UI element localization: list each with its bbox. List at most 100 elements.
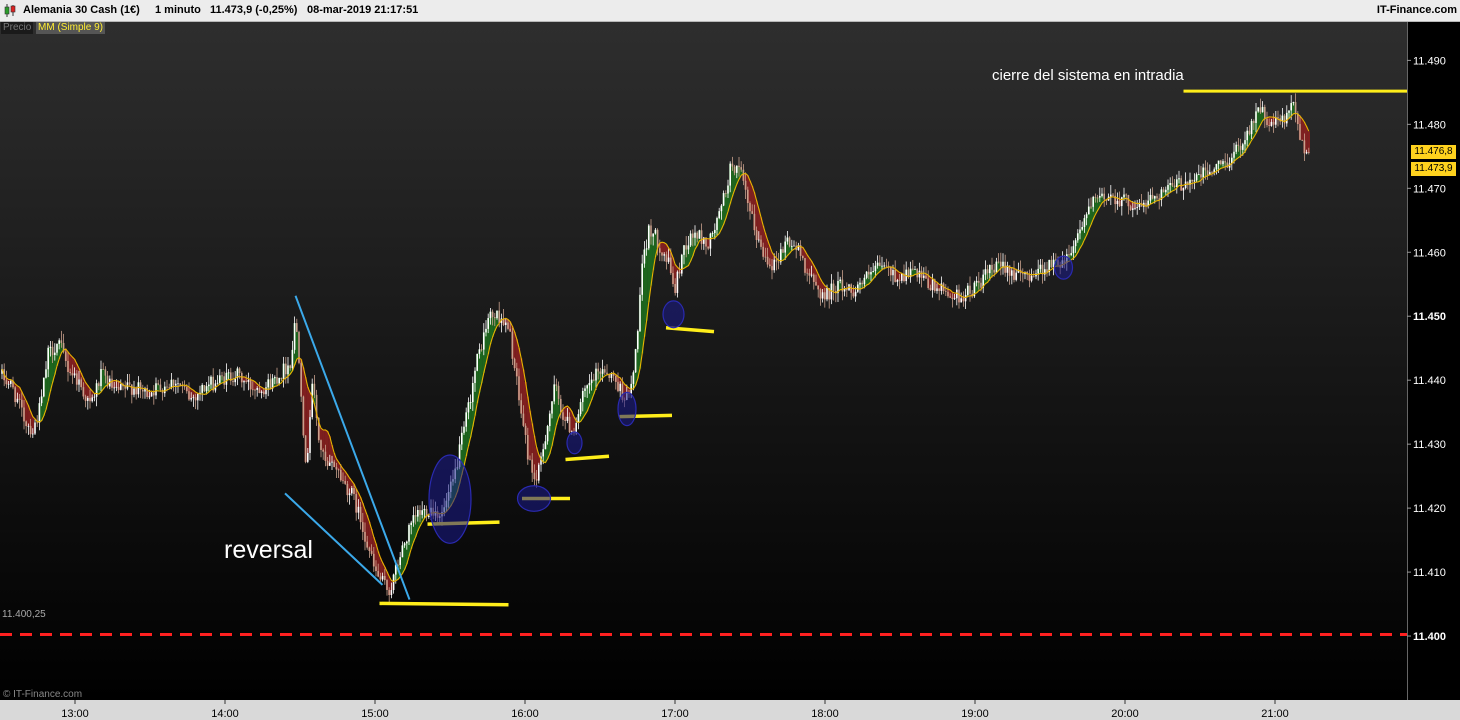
annotation-system-close: cierre del sistema en intradia	[992, 67, 1184, 84]
candle-body	[463, 426, 465, 433]
candle-body	[1077, 233, 1079, 241]
candle-body	[586, 385, 588, 389]
highlight-ellipse	[1053, 255, 1074, 280]
candle-body	[480, 349, 483, 351]
candle-body	[738, 165, 740, 168]
candle-body	[1127, 194, 1130, 207]
candle-body	[667, 257, 670, 262]
candle-body	[1288, 110, 1290, 113]
candle-body	[399, 557, 401, 565]
candle-body	[254, 389, 256, 391]
candle-body	[652, 233, 654, 237]
x-tick-label: 17:00	[661, 708, 689, 720]
y-tick-label: 11.460	[1413, 247, 1446, 259]
candle-body	[102, 368, 104, 370]
highlight-ellipse	[662, 300, 685, 329]
candle-body	[47, 347, 49, 370]
candle-body	[722, 193, 725, 206]
candle-body	[645, 248, 648, 250]
candle-body	[947, 291, 949, 297]
candle-body	[542, 449, 544, 457]
candle-body	[67, 360, 69, 373]
candle-body	[302, 396, 305, 436]
candle-body	[604, 369, 606, 373]
candle-body	[293, 323, 296, 350]
candle-body	[744, 180, 747, 190]
candle-body	[771, 266, 773, 271]
candle-body	[384, 575, 386, 581]
candle-body	[975, 280, 978, 283]
candle-body	[1050, 259, 1053, 268]
x-tick-label: 13:00	[61, 708, 89, 720]
candle-body	[1129, 206, 1132, 210]
candle-body	[1116, 200, 1119, 205]
candle-body	[1237, 144, 1240, 146]
candle-body	[265, 387, 267, 395]
candle-body	[82, 387, 85, 397]
candle-body	[32, 433, 34, 435]
timeframe-label[interactable]: 1 minuto	[155, 4, 201, 16]
candle-body	[1094, 196, 1097, 198]
candle-body	[342, 480, 344, 482]
highlight-ellipse	[428, 454, 472, 544]
candle-body	[252, 389, 254, 391]
candle-body	[949, 296, 951, 298]
candle-body	[1283, 115, 1286, 124]
candle-body	[166, 386, 168, 388]
candle-body	[826, 288, 828, 300]
candle-body	[643, 249, 646, 264]
candle-body	[381, 575, 384, 580]
candle-body	[40, 396, 43, 404]
candle-body	[874, 265, 877, 272]
candle-body	[113, 387, 115, 389]
candle-body	[203, 385, 206, 392]
candle-body	[654, 229, 657, 234]
candle-body	[1079, 229, 1081, 234]
candle-body	[232, 380, 234, 383]
legend-moving-average[interactable]: MM (Simple 9)	[36, 22, 106, 34]
candle-body	[881, 265, 883, 267]
candle-body	[289, 365, 291, 369]
legend-price[interactable]: Precio	[1, 22, 34, 34]
candle-body	[1257, 107, 1259, 112]
candle-body	[1255, 111, 1257, 123]
candle-body	[164, 386, 166, 394]
candle-body	[1222, 161, 1224, 165]
ma-fill-segment	[731, 166, 734, 197]
candle-body	[256, 387, 258, 390]
y-tick-label: 11.480	[1413, 119, 1446, 131]
candle-body	[1096, 197, 1099, 199]
candle-body	[694, 232, 696, 238]
candle-body	[38, 403, 41, 423]
candle-body	[1195, 174, 1198, 181]
candle-body	[1211, 172, 1213, 173]
copyright-label: © IT-Finance.com	[3, 689, 83, 700]
candle-body	[509, 328, 511, 332]
candle-body	[84, 396, 87, 401]
candle-body	[859, 282, 861, 285]
plot-background	[0, 22, 1407, 700]
candle-body	[221, 375, 223, 377]
candle-body	[406, 541, 408, 544]
candle-body	[579, 402, 582, 415]
candle-body	[291, 349, 294, 369]
candle-body	[355, 494, 357, 513]
candle-body	[1290, 103, 1292, 111]
candle-body	[879, 262, 881, 267]
candle-body	[117, 386, 120, 390]
candle-body	[197, 393, 199, 401]
candle-body	[687, 245, 690, 250]
candle-body	[1154, 196, 1156, 199]
candle-body	[245, 381, 247, 382]
candle-body	[599, 371, 602, 374]
candle-body	[700, 230, 703, 244]
candle-body	[386, 580, 388, 590]
candle-body	[914, 269, 916, 270]
candle-body	[483, 332, 485, 350]
candle-body	[749, 203, 751, 212]
candle-body	[388, 589, 390, 595]
candle-body	[267, 379, 269, 388]
candle-body	[1037, 268, 1039, 274]
candle-body	[1180, 178, 1182, 191]
candle-body	[601, 369, 604, 374]
